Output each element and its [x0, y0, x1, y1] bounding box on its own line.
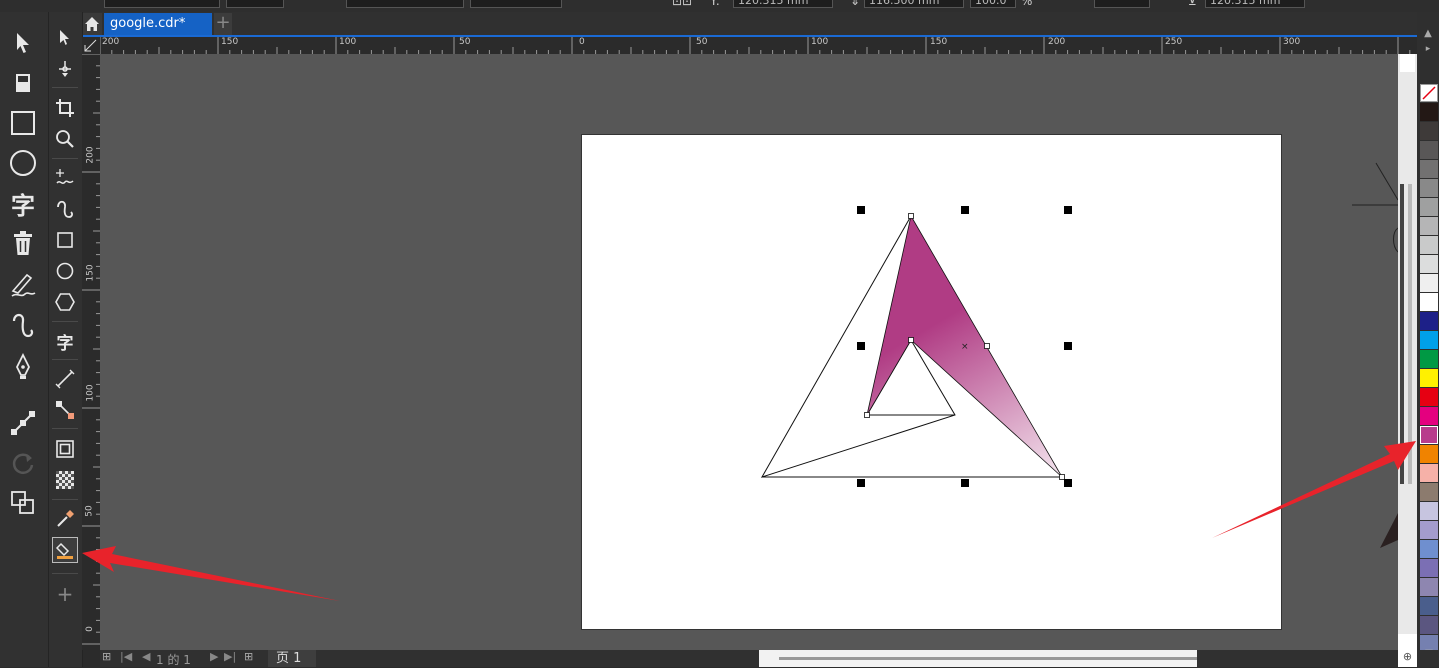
center-marker-icon: ×: [961, 342, 969, 352]
vertical-scrollbar[interactable]: [1398, 54, 1417, 650]
page-tab[interactable]: 页 1: [268, 650, 316, 667]
color-swatch[interactable]: [1420, 597, 1438, 615]
prev-page-icon[interactable]: ◀: [142, 650, 150, 663]
page-counter: 1 的 1: [156, 653, 191, 667]
add-page-icon[interactable]: ⊞: [102, 650, 111, 663]
color-swatch[interactable]: [1420, 426, 1438, 444]
guide-lines: [1352, 162, 1399, 206]
palette-menu-icon[interactable]: ▸: [1419, 44, 1437, 54]
color-swatch[interactable]: [1420, 160, 1438, 178]
color-swatch[interactable]: [1420, 236, 1438, 254]
horizontal-scrollbar-thumb[interactable]: [779, 657, 1197, 660]
color-swatch[interactable]: [1420, 540, 1438, 558]
add-page-end-icon[interactable]: ⊞: [244, 650, 253, 663]
color-swatch[interactable]: [1420, 388, 1438, 406]
color-swatch[interactable]: [1420, 407, 1438, 425]
color-swatch[interactable]: [1420, 483, 1438, 501]
no-color-icon: [1422, 86, 1436, 100]
palette-scroll-up-icon[interactable]: ▲: [1419, 28, 1437, 40]
last-page-icon[interactable]: ▶|: [224, 650, 236, 663]
color-swatch[interactable]: [1420, 578, 1438, 596]
artwork-layer: ×: [760, 162, 1399, 548]
color-swatch[interactable]: [1420, 141, 1438, 159]
no-fill-swatch[interactable]: [1420, 84, 1438, 102]
dark-shard-shape: [1380, 513, 1398, 548]
color-swatch[interactable]: [1420, 255, 1438, 273]
color-swatch[interactable]: [1420, 312, 1438, 330]
first-page-icon[interactable]: |◀: [120, 650, 132, 663]
color-swatch[interactable]: [1420, 179, 1438, 197]
color-swatch[interactable]: [1420, 274, 1438, 292]
color-swatch[interactable]: [1420, 331, 1438, 349]
scrollbar-thumb[interactable]: [1408, 184, 1412, 484]
color-swatch[interactable]: [1420, 464, 1438, 482]
color-swatch[interactable]: [1420, 217, 1438, 235]
scroll-up-area[interactable]: [1400, 54, 1415, 72]
scroll-down-area[interactable]: [1398, 634, 1417, 650]
color-swatch[interactable]: [1420, 521, 1438, 539]
scrollbar-track-line: [1400, 184, 1404, 484]
color-swatch[interactable]: [1420, 293, 1438, 311]
color-swatch[interactable]: [1420, 445, 1438, 463]
color-swatch[interactable]: [1420, 122, 1438, 140]
color-swatch[interactable]: [1420, 502, 1438, 520]
horizontal-scrollbar[interactable]: [759, 650, 1197, 667]
color-swatch[interactable]: [1420, 198, 1438, 216]
color-swatch[interactable]: [1420, 616, 1438, 634]
color-swatch[interactable]: [1420, 369, 1438, 387]
zoom-fit-icon[interactable]: ⊕: [1398, 650, 1417, 667]
color-swatch[interactable]: [1420, 350, 1438, 368]
next-page-icon[interactable]: ▶: [210, 650, 218, 663]
color-swatch[interactable]: [1420, 103, 1438, 121]
color-swatch[interactable]: [1420, 559, 1438, 577]
